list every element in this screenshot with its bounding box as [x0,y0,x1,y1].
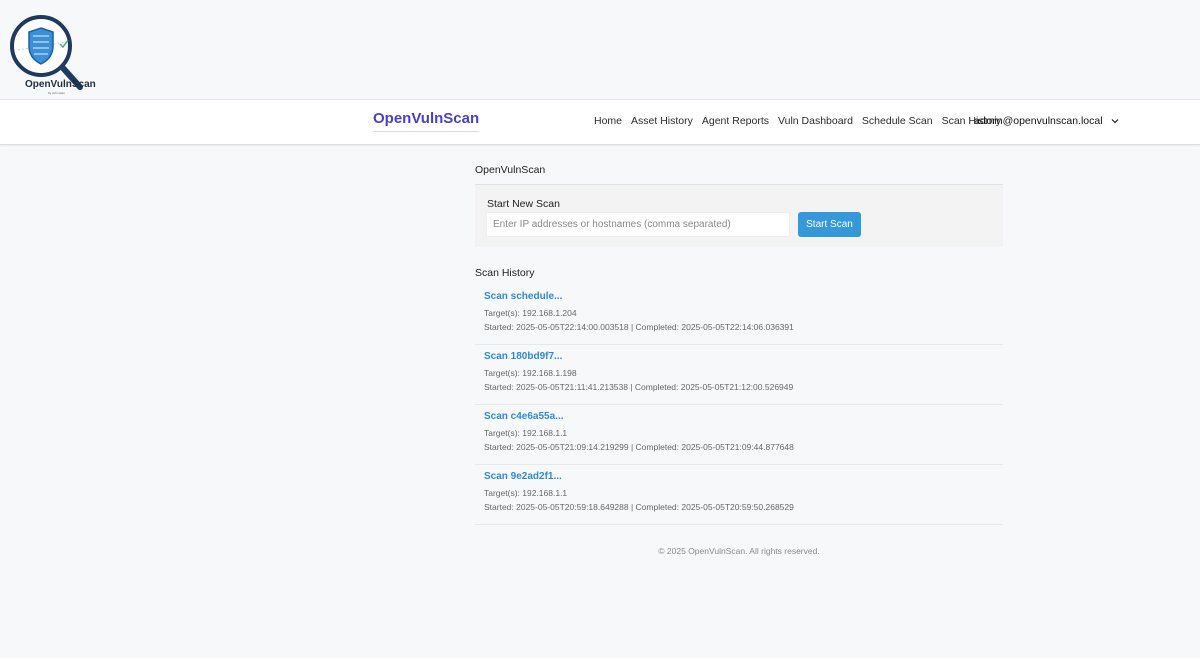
scan-times: Started: 2025-05-05T22:14:00.003518 | Co… [484,322,794,332]
scan-times: Started: 2025-05-05T21:09:14.219299 | Co… [484,442,794,452]
nav-link-asset-history[interactable]: Asset History [631,115,693,127]
new-scan-panel: Start New Scan Start Scan [475,184,1003,247]
scan-targets: Target(s): 192.168.1.1 [484,428,568,438]
logo-subtext: by vuln scan [48,91,65,95]
scan-link[interactable]: Scan 180bd9f7... [484,351,1003,362]
start-scan-button[interactable]: Start Scan [798,212,861,237]
page-title: OpenVulnScan [475,164,546,176]
scan-link[interactable]: Scan 9e2ad2f1... [484,471,1003,482]
scan-link[interactable]: Scan schedule... [484,291,1003,302]
navbar-brand[interactable]: OpenVulnScan [373,110,480,132]
top-navbar: OpenVulnScan Home Asset History Agent Re… [0,99,1200,145]
scan-targets: Target(s): 192.168.1.198 [484,368,577,378]
scan-link[interactable]: Scan c4e6a55a... [484,411,1003,422]
list-item: Scan c4e6a55a... Target(s): 192.168.1.1 … [475,405,1003,465]
nav-link-home[interactable]: Home [594,115,622,127]
scan-targets: Target(s): 192.168.1.204 [484,308,577,318]
scan-history-title: Scan History [475,267,535,279]
nav-link-agent-reports[interactable]: Agent Reports [702,115,769,127]
page-footer: © 2025 OpenVulnScan. All rights reserved… [658,546,820,556]
nav-link-schedule-scan[interactable]: Schedule Scan [862,115,933,127]
list-item: Scan 180bd9f7... Target(s): 192.168.1.19… [475,345,1003,405]
scan-times: Started: 2025-05-05T21:11:41.213538 | Co… [484,382,794,392]
scan-history-list: Scan schedule... Target(s): 192.168.1.20… [475,285,1003,525]
logo-text: OpenVulnScan [25,79,96,90]
logo-area: OpenVulnScan by vuln scan [0,0,1200,99]
user-email: admin@openvulnscan.local [974,115,1103,127]
nav-links: Home Asset History Agent Reports Vuln Da… [594,115,1010,127]
list-item: Scan schedule... Target(s): 192.168.1.20… [475,285,1003,345]
nav-link-vuln-dashboard[interactable]: Vuln Dashboard [778,115,853,127]
user-menu[interactable]: admin@openvulnscan.local [974,115,1119,127]
chevron-down-icon [1111,119,1119,124]
scan-times: Started: 2025-05-05T20:59:18.649288 | Co… [484,502,794,512]
scan-targets-input[interactable] [486,212,790,237]
scan-targets: Target(s): 192.168.1.1 [484,488,568,498]
list-item: Scan 9e2ad2f1... Target(s): 192.168.1.1 … [475,465,1003,525]
new-scan-title: Start New Scan [487,198,560,210]
